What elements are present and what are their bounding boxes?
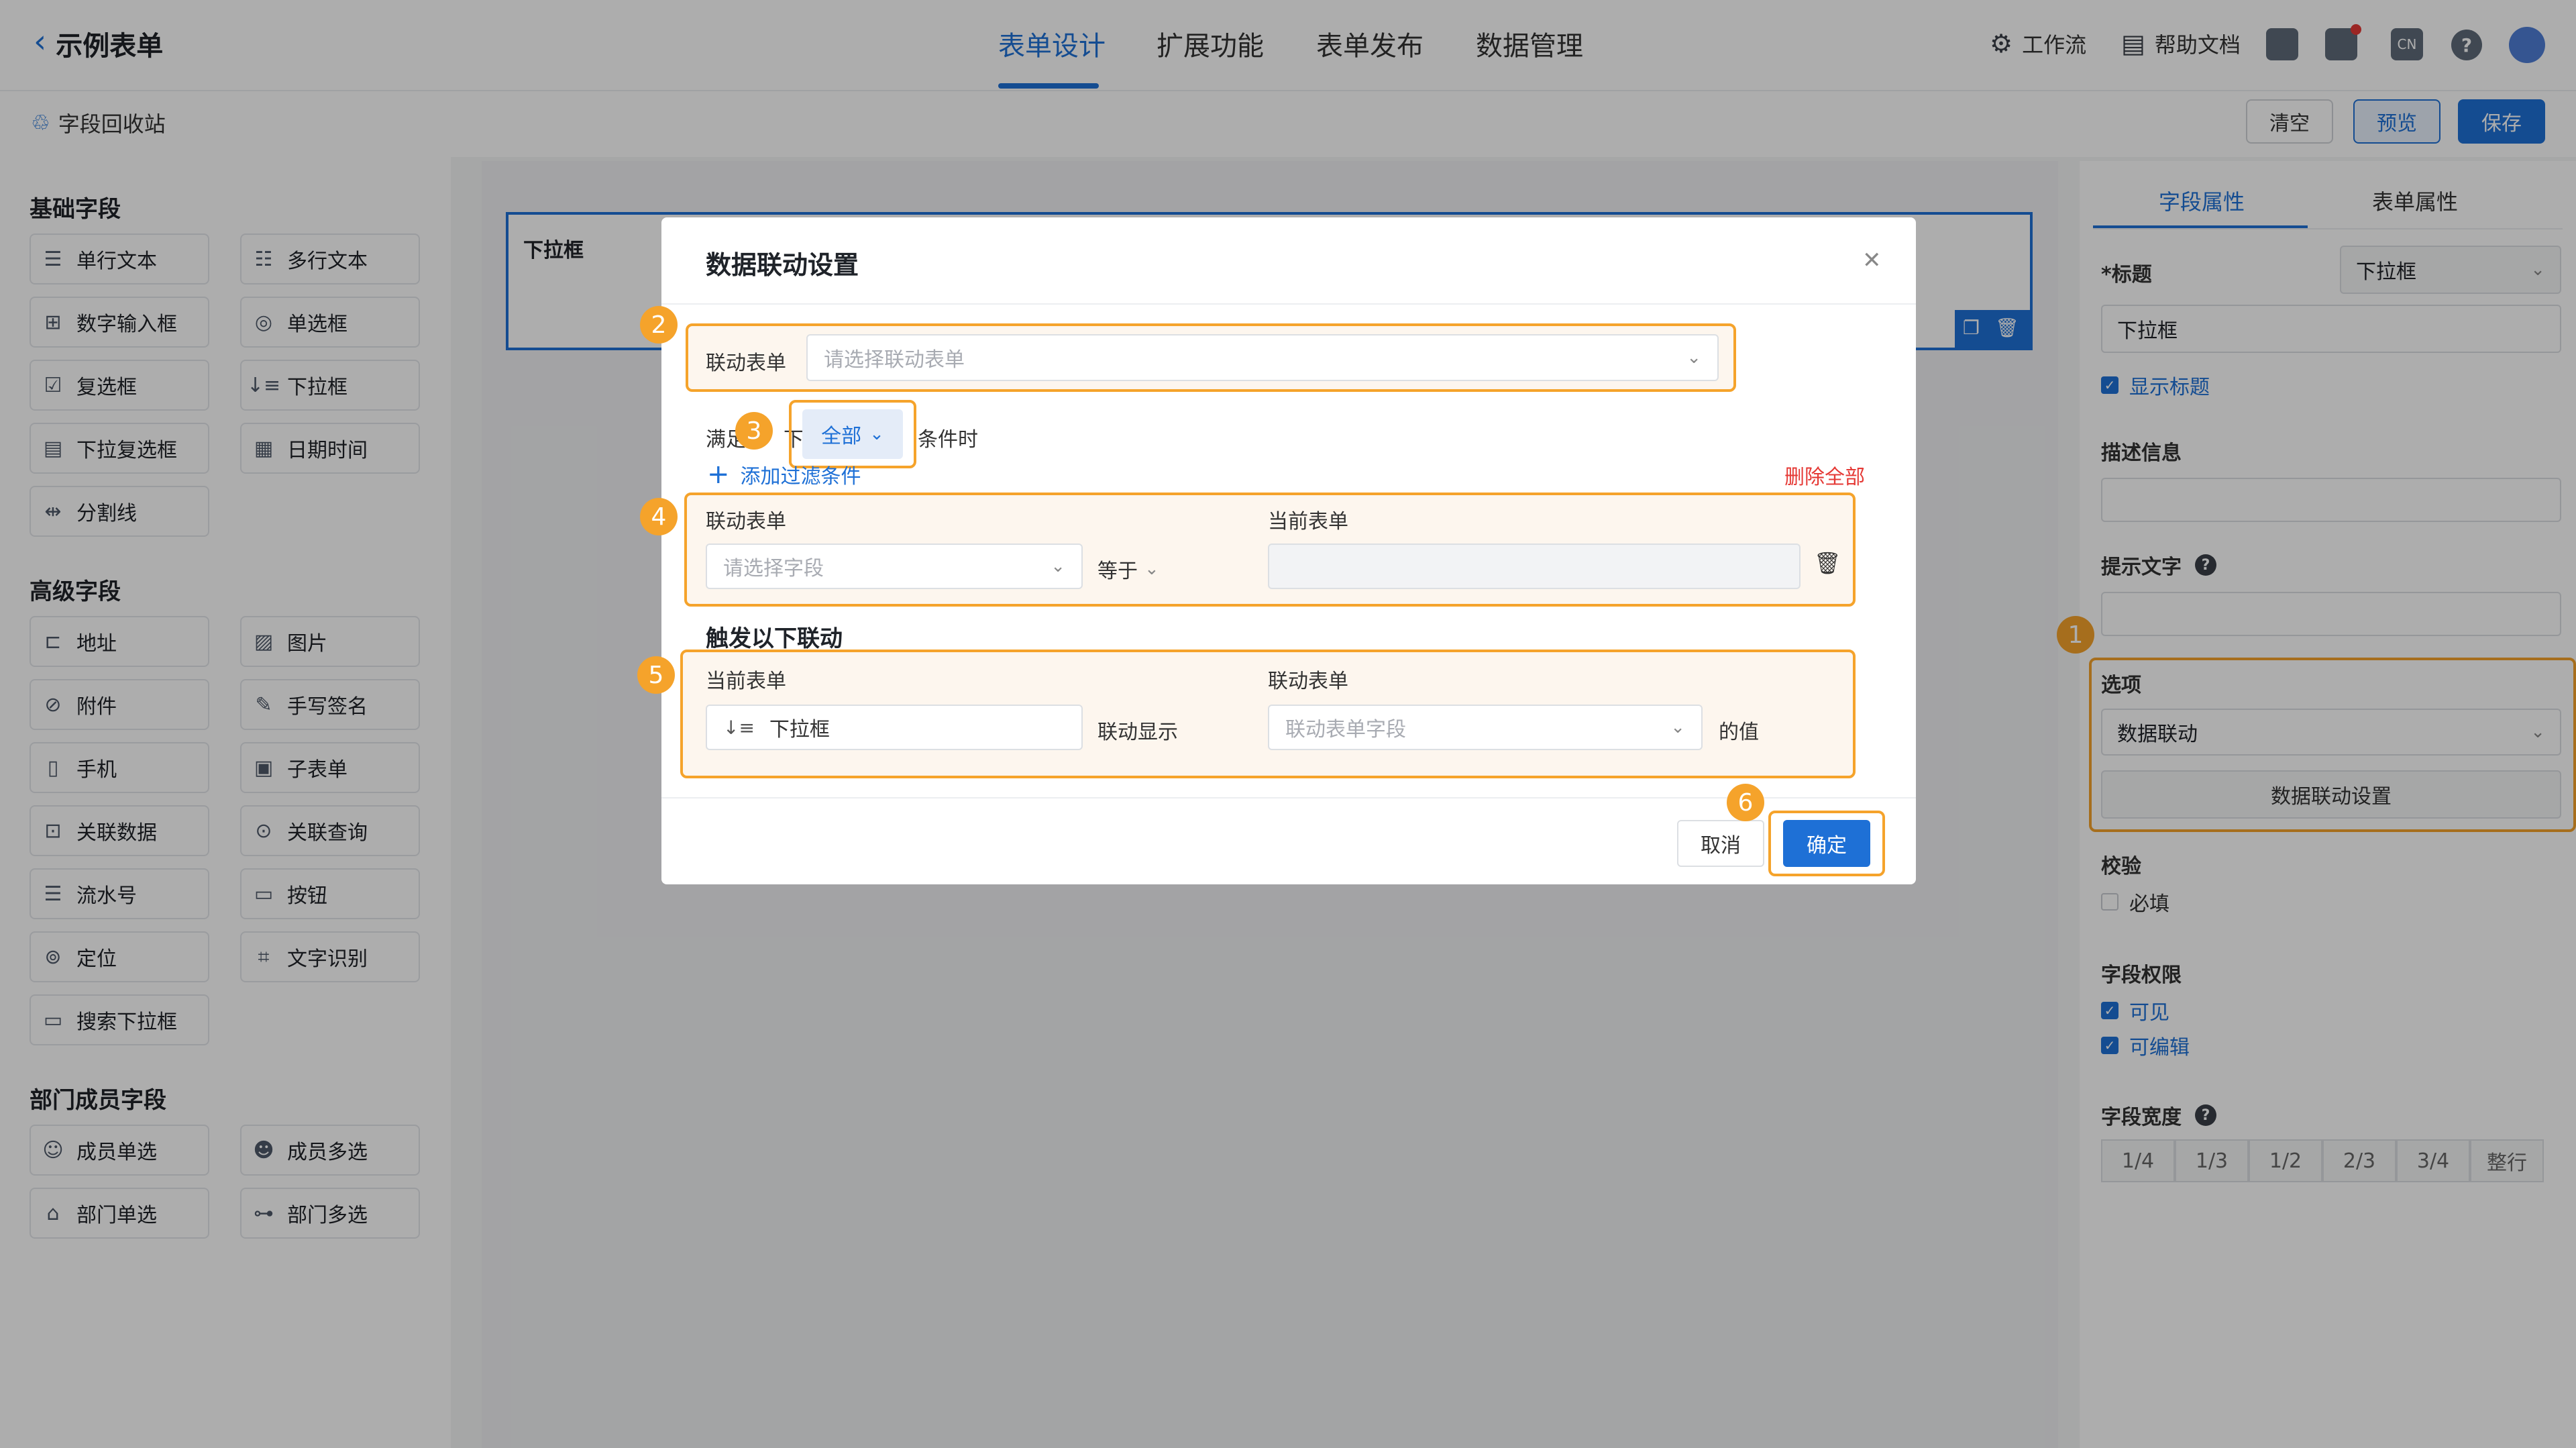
- step-badge-2: 2: [640, 306, 678, 344]
- trig-linked-placeholder: 联动表单字段: [1285, 718, 1406, 741]
- trig-right-label: 联动表单: [1268, 670, 1348, 693]
- chevron-down-icon: ⌄: [1686, 348, 1701, 368]
- step-badge-5: 5: [637, 656, 675, 694]
- ok-button[interactable]: 确定: [1783, 820, 1870, 867]
- modal-title: 数据联动设置: [706, 250, 859, 280]
- add-filter-button[interactable]: + 添加过滤条件: [707, 459, 861, 490]
- step-badge-4: 4: [640, 498, 678, 535]
- step-badge-3: 3: [735, 412, 773, 450]
- cond-left-label: 联动表单: [706, 510, 786, 533]
- chevron-down-icon: ⌄: [1051, 556, 1065, 576]
- linked-form-placeholder: 请选择联动表单: [824, 348, 965, 372]
- cond-value-input[interactable]: [1268, 544, 1801, 589]
- match-all-select[interactable]: 全部 ⌄: [802, 409, 903, 459]
- trigger-title: 触发以下联动: [706, 625, 843, 652]
- trig-left-label: 当前表单: [706, 670, 786, 693]
- cond-field-select[interactable]: 请选择字段 ⌄: [706, 544, 1083, 589]
- cond-operator-select[interactable]: 等于 ⌄: [1097, 554, 1159, 584]
- chevron-down-icon: ⌄: [1670, 717, 1685, 737]
- cond-right-label: 当前表单: [1268, 510, 1348, 533]
- trig-suffix: 的值: [1719, 721, 1759, 744]
- trig-show-label: 联动显示: [1097, 721, 1178, 744]
- delete-all-button[interactable]: 删除全部: [1784, 460, 1865, 490]
- add-filter-label: 添加过滤条件: [740, 465, 861, 488]
- meet-suffix: 条件时: [918, 428, 978, 452]
- trig-current-field[interactable]: ↓≡ 下拉框: [706, 705, 1083, 750]
- linked-form-select[interactable]: 请选择联动表单 ⌄: [806, 334, 1719, 381]
- linked-form-label: 联动表单: [706, 352, 786, 375]
- trig-linked-field-select[interactable]: 联动表单字段 ⌄: [1268, 705, 1703, 750]
- trash-icon[interactable]: 🗑: [1814, 550, 1841, 576]
- cond-field-placeholder: 请选择字段: [723, 557, 824, 580]
- step-badge-6: 6: [1727, 784, 1764, 821]
- cancel-button[interactable]: 取消: [1677, 820, 1764, 867]
- cond-operator-value: 等于: [1097, 560, 1138, 583]
- sort-icon: ↓≡: [723, 716, 755, 739]
- chevron-down-icon: ⌄: [869, 424, 884, 444]
- match-all-value: 全部: [821, 425, 862, 448]
- trig-field-value: 下拉框: [769, 718, 830, 741]
- plus-icon: +: [707, 459, 730, 490]
- close-icon[interactable]: ✕: [1862, 247, 1882, 274]
- chevron-down-icon: ⌄: [1144, 559, 1159, 579]
- modal-header-divider: [661, 303, 1916, 305]
